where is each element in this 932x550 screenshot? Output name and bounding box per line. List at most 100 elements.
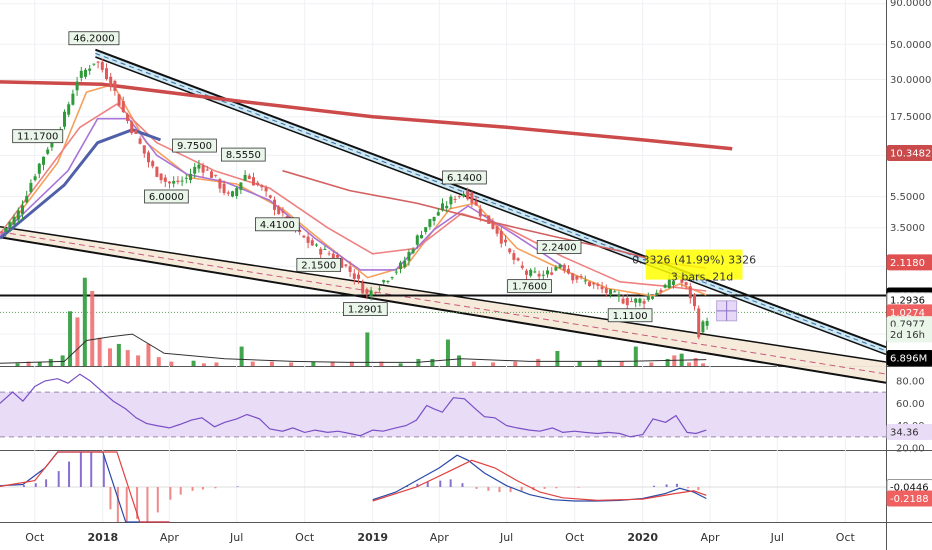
candle-body [617, 294, 621, 297]
candle-body [533, 271, 537, 273]
macd-histogram-bar [475, 487, 478, 489]
peak-label: 4.4100 [260, 220, 295, 231]
candle-body [529, 269, 533, 276]
candle-body [319, 248, 323, 255]
candle-body [218, 179, 222, 189]
candle-body [613, 291, 617, 293]
candle-body [168, 181, 171, 184]
macd-histogram-bar [68, 461, 71, 487]
candle-body [264, 187, 268, 192]
candle-body [327, 253, 331, 255]
macd-histogram-bar [169, 487, 172, 500]
candle-body [180, 180, 184, 182]
volume-bar [471, 361, 476, 366]
peak-label: 2.1500 [301, 260, 336, 271]
candle-body [273, 199, 276, 210]
measure-text: 0.3326 (41.99%) 3326 [632, 254, 756, 267]
rsi-tick: 20.00 [896, 444, 925, 455]
y-tick: 5.5000 [890, 192, 925, 203]
candle-body [184, 177, 188, 179]
chart-canvas[interactable]: 46.2000 11.1700 9.7500 8.5550 6.0000 4.4100 2.… [0, 0, 932, 550]
candle-body [655, 292, 659, 296]
macd-line [372, 454, 707, 502]
macd-histogram-bar [543, 487, 546, 489]
candle-body [541, 274, 545, 276]
candle-body [466, 190, 470, 200]
volume-bar [156, 357, 161, 366]
volume-bar [48, 358, 53, 366]
measure-text: 3 bars, 21d [671, 271, 733, 284]
volume-bar [289, 362, 294, 366]
candle-body [331, 253, 335, 259]
peak-label: 6.0000 [149, 192, 184, 203]
candle-body [0, 231, 3, 233]
x-tick: Oct [836, 531, 856, 544]
candle-body [630, 301, 633, 303]
candle-body [33, 176, 37, 181]
candle-body [508, 248, 512, 253]
candle-body [37, 163, 41, 174]
y-tick: 3.5000 [890, 223, 925, 234]
candle-body [499, 230, 503, 244]
x-tick: Oct [25, 531, 45, 544]
candle-body [592, 282, 596, 285]
volume-bar [649, 362, 654, 366]
x-tick: 2018 [87, 531, 118, 544]
candle-body [189, 173, 192, 181]
candle-body [604, 288, 608, 293]
y-tick: 17.5000 [890, 112, 931, 123]
peak-label: 6.1400 [447, 173, 482, 184]
macd-histogram-bar [665, 484, 668, 487]
macd-histogram-bar [90, 452, 93, 487]
x-tick: Jul [229, 531, 243, 544]
candle-body [12, 216, 16, 225]
candle-body [8, 221, 12, 228]
candle-body [558, 264, 562, 268]
candle-body [46, 149, 50, 154]
price-badge-text: 2d 16h [890, 330, 925, 341]
candle-body [29, 182, 33, 192]
candle-body [550, 272, 554, 275]
candle-body [138, 138, 142, 144]
candle-body [537, 273, 541, 277]
macd-histogram-bar [109, 487, 112, 510]
candle-body [163, 177, 167, 182]
volume-bar [75, 317, 80, 366]
peak-label: 1.1100 [613, 311, 648, 322]
candle-body [260, 185, 264, 188]
candle-body [306, 236, 310, 243]
candle-body [575, 275, 579, 280]
rsi-badge-text: 34.36 [890, 427, 919, 438]
volume-bar [90, 290, 95, 366]
macd-histogram-bar [461, 483, 464, 487]
candle-body [310, 240, 314, 246]
candle-body [109, 76, 113, 88]
candle-body [21, 205, 24, 215]
candle-body [495, 226, 499, 234]
candle-body [474, 200, 478, 206]
peak-label: 46.2000 [73, 34, 114, 45]
x-tick: Jul [770, 531, 784, 544]
x-tick: 2020 [627, 531, 658, 544]
y-tick: 90.0000 [890, 0, 931, 9]
candle-body [277, 206, 281, 214]
candle-body [571, 273, 575, 281]
candle-body [197, 164, 201, 169]
candle-body [693, 294, 696, 307]
volume-bar [687, 362, 692, 366]
candle-body [126, 114, 129, 121]
candle-body [525, 270, 528, 275]
y-tick: 30.0000 [890, 75, 931, 86]
candle-body [504, 239, 507, 243]
candle-body [235, 188, 239, 197]
candle-body [432, 216, 436, 222]
candle-body [688, 286, 692, 299]
candle-body [352, 273, 356, 279]
macd-histogram-bar [653, 485, 656, 487]
macd-histogram-bar [116, 487, 119, 522]
peak-label: 11.1700 [17, 132, 58, 143]
macd-histogram-bar [520, 487, 523, 491]
volume-bar [633, 346, 638, 366]
candle-body [445, 205, 449, 209]
candle-body [151, 161, 155, 167]
